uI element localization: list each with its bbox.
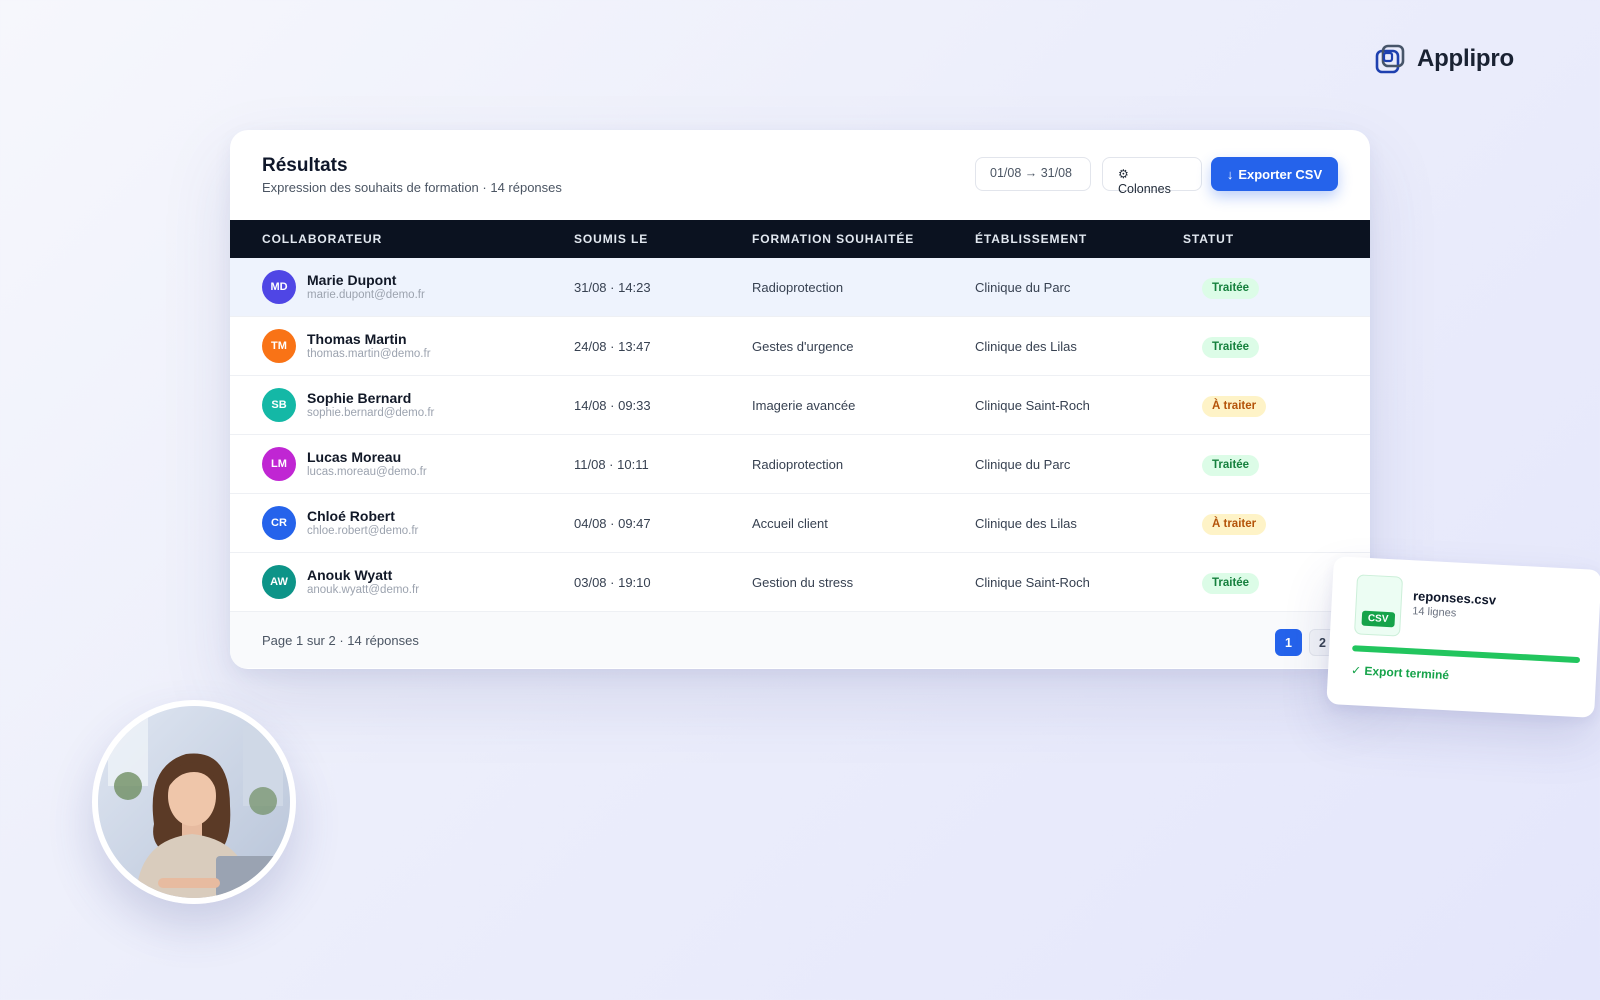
columns-button-label: Colonnes xyxy=(1118,182,1171,196)
collaborator-email: marie.dupont@demo.fr xyxy=(307,289,425,301)
collaborator-name: Marie Dupont xyxy=(307,272,397,288)
training-name: Gestion du stress xyxy=(752,575,854,590)
brand: Applipro xyxy=(1375,44,1514,74)
table-row[interactable]: CR Chloé Robert chloe.robert@demo.fr 04/… xyxy=(230,494,1370,553)
gear-icon: ⚙ xyxy=(1118,167,1129,181)
table-header: COLLABORATEUR SOUMIS LE FORMATION SOUHAI… xyxy=(230,220,1370,258)
training-name: Gestes d'urgence xyxy=(752,339,854,354)
submitted-date: 04/08 · 09:47 xyxy=(574,516,651,531)
columns-button[interactable]: ⚙ Colonnes xyxy=(1102,157,1202,196)
avatar: TM xyxy=(262,329,296,363)
card-header: Résultats Expression des souhaits de for… xyxy=(230,130,1370,220)
table-footer: Page 1 sur 2 · 14 réponses 1 2 xyxy=(230,612,1370,668)
status-badge: À traiter xyxy=(1202,396,1267,417)
submitted-date: 03/08 · 19:10 xyxy=(574,575,651,590)
column-header-submitted[interactable]: SOUMIS LE xyxy=(574,220,648,258)
collaborator-name: Sophie Bernard xyxy=(307,390,412,406)
column-header-site[interactable]: ÉTABLISSEMENT xyxy=(975,220,1087,258)
results-card: Résultats Expression des souhaits de for… xyxy=(230,130,1370,669)
collaborator-name: Anouk Wyatt xyxy=(307,567,393,583)
pagination-info: Page 1 sur 2 · 14 réponses xyxy=(262,633,419,648)
avatar: AW xyxy=(262,565,296,599)
avatar: CR xyxy=(262,506,296,540)
export-csv-button[interactable]: ↓ Exporter CSV xyxy=(1211,157,1338,191)
avatar: SB xyxy=(262,388,296,422)
collaborator-email: thomas.martin@demo.fr xyxy=(307,348,431,360)
page-button-1[interactable]: 1 xyxy=(1275,629,1302,656)
export-csv-label: Exporter CSV xyxy=(1238,166,1323,182)
collaborator-name: Lucas Moreau xyxy=(307,449,402,465)
site-name: Clinique du Parc xyxy=(975,457,1071,472)
table-body: MD Marie Dupont marie.dupont@demo.fr 31/… xyxy=(230,258,1370,612)
collaborator-name: Thomas Martin xyxy=(307,331,407,347)
column-header-training[interactable]: FORMATION SOUHAITÉE xyxy=(752,220,914,258)
export-progress-fill xyxy=(1352,645,1581,664)
download-arrow-icon: ↓ xyxy=(1226,166,1234,182)
avatar: LM xyxy=(262,447,296,481)
site-name: Clinique des Lilas xyxy=(975,516,1077,531)
applipro-logo-icon xyxy=(1375,44,1405,74)
csv-file-icon: CSV xyxy=(1353,574,1404,637)
collaborator-email: lucas.moreau@demo.fr xyxy=(307,466,427,478)
status-badge: À traiter xyxy=(1202,514,1267,535)
status-badge: Traitée xyxy=(1202,337,1260,358)
table-row[interactable]: SB Sophie Bernard sophie.bernard@demo.fr… xyxy=(230,376,1370,435)
status-badge: Traitée xyxy=(1202,455,1260,476)
collaborator-email: chloe.robert@demo.fr xyxy=(307,525,419,537)
site-name: Clinique Saint-Roch xyxy=(975,398,1090,413)
csv-file-tag: CSV xyxy=(1361,610,1395,628)
page-title: Résultats xyxy=(262,155,348,176)
table-row[interactable]: TM Thomas Martin thomas.martin@demo.fr 2… xyxy=(230,317,1370,376)
training-name: Imagerie avancée xyxy=(752,398,856,413)
submitted-date: 14/08 · 09:33 xyxy=(574,398,651,413)
table-row[interactable]: MD Marie Dupont marie.dupont@demo.fr 31/… xyxy=(230,258,1370,317)
column-header-collaborateur[interactable]: COLLABORATEUR xyxy=(262,220,382,258)
export-toast: CSV reponses.csv 14 lignes ✓ Export term… xyxy=(1326,556,1600,718)
collaborator-name: Chloé Robert xyxy=(307,508,395,524)
status-badge: Traitée xyxy=(1202,573,1260,594)
site-name: Clinique du Parc xyxy=(975,280,1071,295)
column-header-status[interactable]: STATUT xyxy=(1183,220,1234,258)
brand-name: Applipro xyxy=(1416,45,1514,72)
status-badge: Traitée xyxy=(1202,278,1260,299)
collaborator-email: sophie.bernard@demo.fr xyxy=(307,407,435,419)
training-name: Radioprotection xyxy=(752,280,844,295)
submitted-date: 31/08 · 14:23 xyxy=(574,280,651,295)
table-row[interactable]: AW Anouk Wyatt anouk.wyatt@demo.fr 03/08… xyxy=(230,553,1370,612)
export-status: ✓ Export terminé xyxy=(1350,663,1450,683)
site-name: Clinique des Lilas xyxy=(975,339,1077,354)
table-row[interactable]: LM Lucas Moreau lucas.moreau@demo.fr 11/… xyxy=(230,435,1370,494)
submitted-date: 24/08 · 13:47 xyxy=(574,339,651,354)
export-progress-bar xyxy=(1352,645,1581,664)
training-name: Radioprotection xyxy=(752,457,844,472)
page-subtitle: Expression des souhaits de formation · 1… xyxy=(262,180,562,195)
site-name: Clinique Saint-Roch xyxy=(975,575,1090,590)
avatar: MD xyxy=(262,270,296,304)
submitted-date: 11/08 · 10:11 xyxy=(574,457,649,472)
date-range-picker[interactable]: 01/08 → 31/08 xyxy=(975,157,1091,191)
export-file-name: reponses.csv xyxy=(1412,588,1497,608)
user-portrait-photo xyxy=(92,700,296,904)
collaborator-email: anouk.wyatt@demo.fr xyxy=(307,584,420,596)
export-file-lines: 14 lignes xyxy=(1411,605,1457,620)
training-name: Accueil client xyxy=(752,516,828,531)
